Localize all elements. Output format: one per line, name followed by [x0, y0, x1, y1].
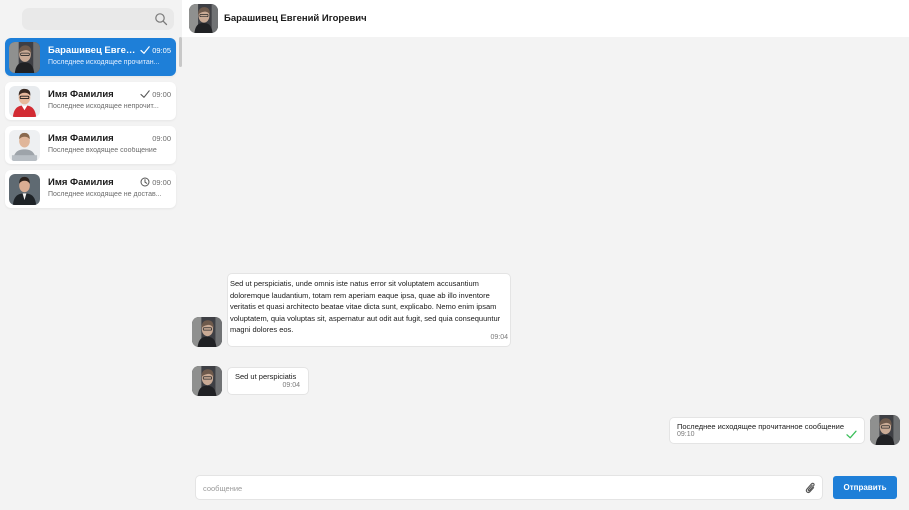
chat-list-sidebar: Барашивец Евген... 09:05 Последнее исход… [0, 0, 182, 510]
chat-item-active[interactable]: Барашивец Евген... 09:05 Последнее исход… [5, 38, 176, 76]
avatar [9, 42, 40, 73]
message-composer [195, 475, 823, 500]
avatar [9, 130, 40, 161]
chat-preview: Последнее исходящее непрочит... [48, 103, 159, 110]
message-bubble-incoming: Sed ut perspiciatis 09:04 [227, 367, 309, 395]
sent-check-icon [140, 90, 150, 98]
message-time: 09:10 [677, 430, 695, 438]
send-button[interactable]: Отправить [833, 476, 897, 499]
search-icon[interactable] [154, 12, 168, 26]
chat-preview: Последнее исходящее прочитан... [48, 59, 160, 66]
chat-preview: Последнее исходящее не достав... [48, 191, 162, 198]
chat-item[interactable]: Имя Фамилия 09:00 Последнее входящее соо… [5, 126, 176, 164]
avatar [9, 174, 40, 205]
avatar[interactable] [189, 4, 218, 33]
search-input[interactable] [28, 13, 148, 25]
chat-name: Имя Фамилия [48, 133, 114, 144]
chat-time: 09:00 [152, 134, 171, 143]
chat-header: Барашивец Евгений Игоревич [182, 0, 909, 37]
read-check-icon [140, 46, 150, 54]
read-check-icon [846, 430, 857, 439]
message-bubble-outgoing: Последнее исходящее прочитанное сообщени… [669, 417, 865, 444]
avatar [870, 415, 900, 445]
contact-name: Барашивец Евгений Игоревич [224, 13, 367, 24]
message-time: 09:04 [282, 381, 300, 389]
chat-time: 09:05 [152, 46, 171, 55]
message-input[interactable] [203, 482, 793, 494]
avatar [192, 366, 222, 396]
chat-name: Барашивец Евген... [48, 45, 136, 56]
message-text: Sed ut perspiciatis, unde omnis iste nat… [230, 279, 501, 334]
message-bubble-incoming: Sed ut perspiciatis, unde omnis iste nat… [227, 273, 511, 347]
message-time: 09:04 [490, 333, 508, 341]
avatar [192, 317, 222, 347]
chat-name: Имя Фамилия [48, 177, 114, 188]
clock-icon [140, 177, 150, 187]
message-text: Последнее исходящее прочитанное сообщени… [677, 422, 844, 431]
chat-name: Имя Фамилия [48, 89, 114, 100]
avatar [9, 86, 40, 117]
chat-time: 09:00 [152, 178, 171, 187]
message-area: Sed ut perspiciatis, unde omnis iste nat… [182, 37, 909, 510]
search-field[interactable] [22, 8, 174, 30]
chat-time: 09:00 [152, 90, 171, 99]
chat-preview: Последнее входящее сообщение [48, 147, 157, 154]
chat-item[interactable]: Имя Фамилия 09:00 Последнее исходящее не… [5, 82, 176, 120]
paperclip-icon[interactable] [804, 481, 816, 495]
chat-item[interactable]: Имя Фамилия 09:00 Последнее исходящее не… [5, 170, 176, 208]
